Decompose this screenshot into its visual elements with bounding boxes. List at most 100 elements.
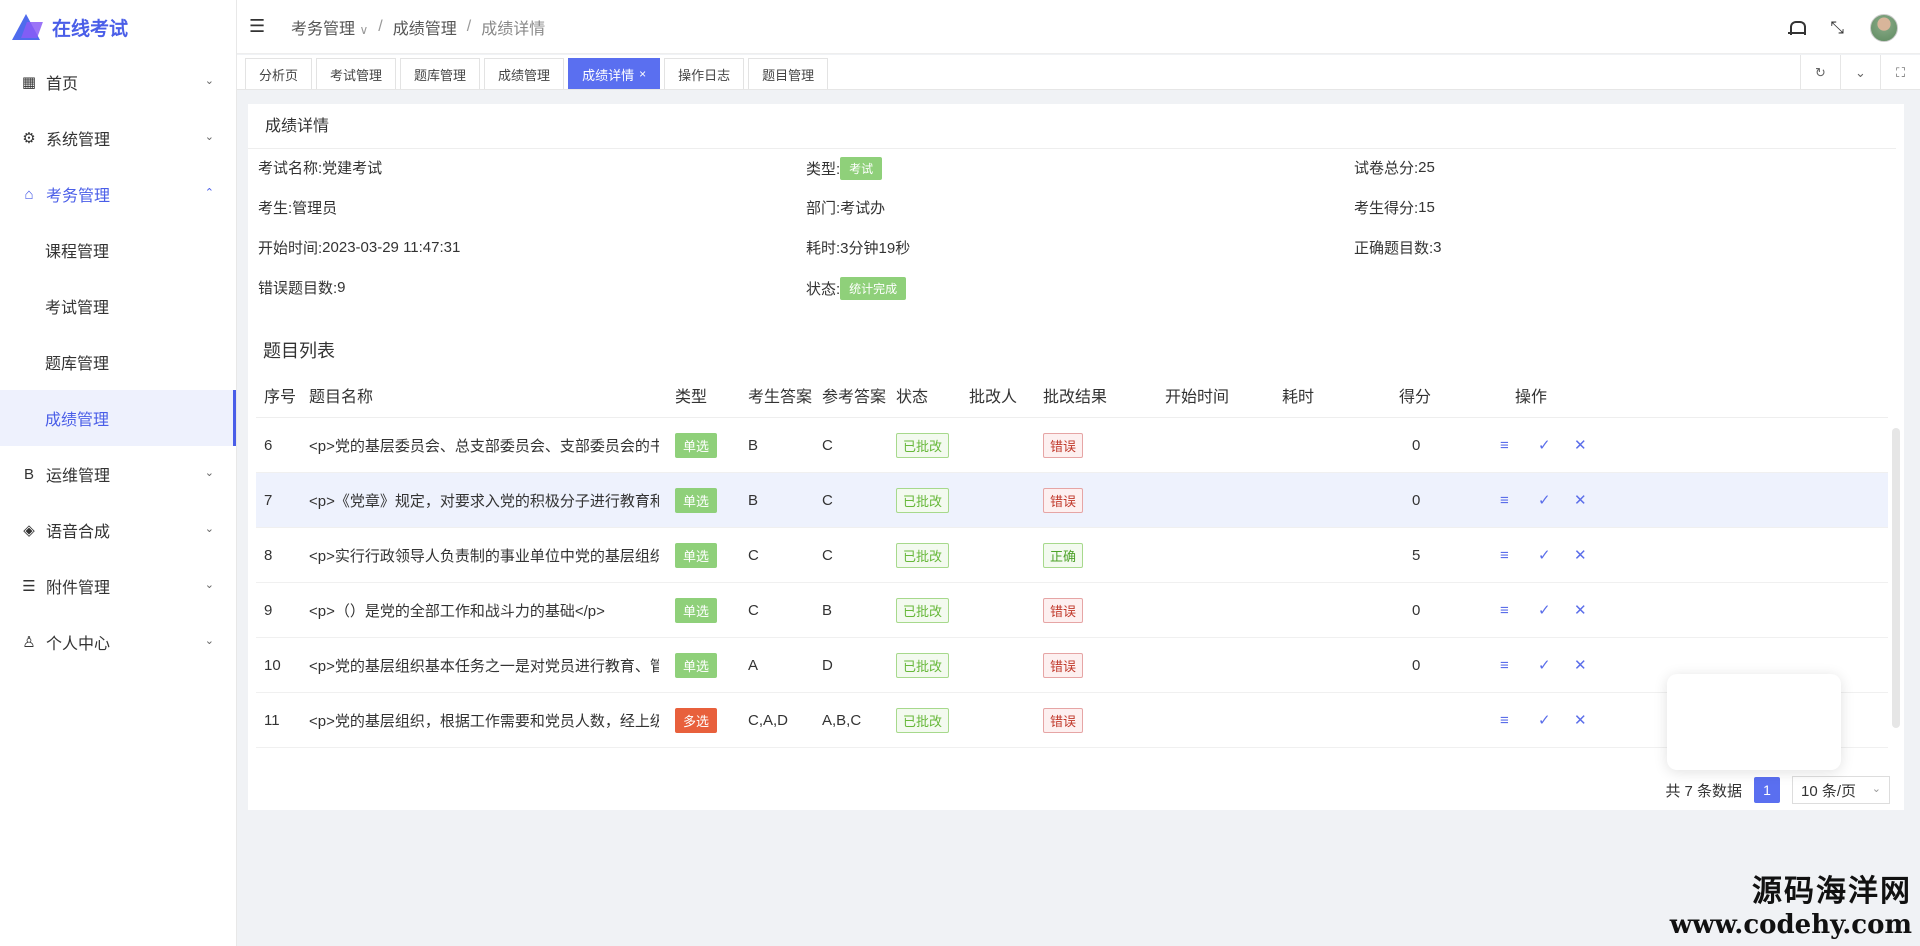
sidebar-item-6[interactable]: ♙ 个人中心 ⌄ bbox=[0, 614, 236, 670]
check-icon[interactable]: ✓ bbox=[1538, 546, 1551, 564]
table-row[interactable]: 9 <p>（）是党的全部工作和战斗力的基础</p> 单选 C B 已批改 错误 0 ≡ ✓ ✕ bbox=[256, 583, 1888, 638]
table-scrollbar[interactable] bbox=[1892, 428, 1900, 728]
close-icon[interactable]: ✕ bbox=[1574, 491, 1587, 509]
refresh-icon[interactable]: ↻ bbox=[1800, 55, 1840, 90]
tab-1[interactable]: 考试管理 bbox=[316, 58, 397, 89]
check-icon[interactable]: ✓ bbox=[1538, 656, 1551, 674]
detail-icon[interactable]: ≡ bbox=[1500, 712, 1509, 729]
tab-label: 考试管理 bbox=[330, 67, 383, 83]
column-header-4: 参考答案 bbox=[822, 388, 887, 406]
question-name: <p>实行行政领导人负责制的事业单位中党的基层组织，发... bbox=[309, 547, 659, 565]
breadcrumb-item-score-mgmt[interactable]: 成绩管理 bbox=[393, 15, 457, 39]
question-table: 序号 题目名称 类型 考生答案 参考答案 状态 批改人 批改结果 开始时间 耗时 得分 操作 6 <p>… bbox=[256, 372, 1888, 748]
score: 0 bbox=[1412, 601, 1421, 619]
check-icon[interactable]: ✓ bbox=[1538, 601, 1551, 619]
tab-4[interactable]: 成绩详情 × bbox=[568, 58, 661, 89]
detail-icon[interactable]: ≡ bbox=[1500, 492, 1509, 509]
gear-icon: ⚙ bbox=[22, 130, 36, 147]
fullscreen-tab-icon[interactable]: ⛶ bbox=[1880, 55, 1920, 90]
sidebar-subitem-3[interactable]: 成绩管理 bbox=[0, 390, 236, 446]
table-row[interactable]: 8 <p>实行行政领导人负责制的事业单位中党的基层组织，发... 单选 C C 已批改 正确… bbox=[256, 528, 1888, 583]
table-row[interactable]: 11 <p>党的基层组织，根据工作需要和党员人数，经上级党组... 多选 C,A,D A… bbox=[256, 693, 1888, 748]
sidebar-subitem-0[interactable]: 课程管理 bbox=[0, 222, 236, 278]
chevron-down-icon[interactable]: ⌄ bbox=[1840, 55, 1880, 90]
sidebar-item-2[interactable]: ⌂ 考务管理 ⌃ bbox=[0, 166, 236, 222]
question-name: <p>党的基层委员会、总支部委员会、支部委员会的书记、... bbox=[309, 437, 659, 455]
sidebar: 在线考试 ▦ 首页 ⌄ ⚙ 系统管理 ⌄ ⌂ 考务管理 ⌃ 课程管理 考试管理 题库管理 成绩管理 B 运维… bbox=[0, 0, 237, 946]
duration-value: 3分钟19秒 bbox=[840, 240, 911, 257]
student-score-value: 15 bbox=[1418, 199, 1435, 216]
column-header-1: 题目名称 bbox=[309, 388, 374, 406]
start-time-field: 开始时间: 2023-03-29 11:47:31 bbox=[258, 239, 461, 257]
sidebar-item-5[interactable]: ☰ 附件管理 ⌄ bbox=[0, 558, 236, 614]
bell-icon[interactable] bbox=[1788, 19, 1807, 37]
table-row[interactable]: 7 <p>《党章》规定，对要求入党的积极分子进行教育和培养... 单选 B C 已批改 错误… bbox=[256, 473, 1888, 528]
close-icon[interactable]: ✕ bbox=[1574, 601, 1587, 619]
sidebar-item-4[interactable]: ◈ 语音合成 ⌄ bbox=[0, 502, 236, 558]
tab-label: 成绩管理 bbox=[498, 67, 551, 83]
tab-6[interactable]: 题目管理 bbox=[748, 58, 829, 89]
chevron-down-icon: ⌄ bbox=[204, 467, 214, 479]
fullscreen-icon[interactable]: ⤡ bbox=[1830, 18, 1844, 38]
file-list-icon: ☰ bbox=[22, 578, 36, 595]
page-size-select[interactable]: 10 条/页 ⌄ bbox=[1792, 776, 1890, 804]
breadcrumb-item-exam-affairs[interactable]: 考务管理 ∨ bbox=[291, 15, 368, 39]
grading-result-badge: 错误 bbox=[1043, 432, 1084, 458]
tab-0[interactable]: 分析页 bbox=[245, 58, 313, 89]
sidebar-subitem-2[interactable]: 题库管理 bbox=[0, 334, 236, 390]
reference-answer: D bbox=[822, 656, 833, 674]
table-body: 6<p>党的基层委员会、总支部委员会、支部委员会的书记、...单选BC已批改错误… bbox=[256, 418, 1888, 748]
tab-3[interactable]: 成绩管理 bbox=[484, 58, 565, 89]
status-badge: 统计完成 bbox=[840, 277, 907, 300]
chevron-up-icon: ⌃ bbox=[204, 187, 214, 199]
check-icon[interactable]: ✓ bbox=[1538, 491, 1551, 509]
close-icon[interactable]: × bbox=[639, 67, 646, 81]
tab-5[interactable]: 操作日志 bbox=[664, 58, 745, 89]
check-icon[interactable]: ✓ bbox=[1538, 436, 1551, 454]
breadcrumb: 考务管理 ∨ / 成绩管理 / 成绩详情 bbox=[291, 15, 545, 39]
close-icon[interactable]: ✕ bbox=[1574, 656, 1587, 674]
detail-icon[interactable]: ≡ bbox=[1500, 657, 1509, 674]
sidebar-item-1[interactable]: ⚙ 系统管理 ⌄ bbox=[0, 110, 236, 166]
question-type-badge: 单选 bbox=[675, 597, 718, 623]
detail-icon[interactable]: ≡ bbox=[1500, 437, 1509, 454]
pagination: 共 7 条数据 1 10 条/页 ⌄ bbox=[1665, 776, 1890, 804]
grid-icon: ▦ bbox=[21, 74, 37, 91]
sidebar-item-label: 首页 bbox=[46, 76, 79, 93]
grading-result-badge: 错误 bbox=[1043, 487, 1084, 513]
sidebar-item-label: 个人中心 bbox=[46, 636, 111, 653]
grading-result-badge: 错误 bbox=[1043, 597, 1084, 623]
page-number-current[interactable]: 1 bbox=[1754, 777, 1780, 803]
student-answer: B bbox=[748, 491, 759, 509]
sidebar-subitem-1[interactable]: 考试管理 bbox=[0, 278, 236, 334]
exam-name-value: 党建考试 bbox=[322, 160, 383, 177]
row-number: 6 bbox=[264, 436, 273, 454]
tab-bar: 分析页 考试管理 题库管理 成绩管理 成绩详情 × 操作日志 题目管理 ↻ ⌄ ⛶ bbox=[237, 55, 1920, 90]
wrong-count-field: 错误题目数: 9 bbox=[258, 279, 346, 297]
avatar[interactable] bbox=[1870, 14, 1898, 42]
table-row[interactable]: 10 <p>党的基层组织基本任务之一是对党员进行教育、管理、... 单选 A D 已批改 错… bbox=[256, 638, 1888, 693]
sidebar-item-0[interactable]: ▦ 首页 ⌄ bbox=[0, 54, 236, 110]
question-type-badge: 单选 bbox=[675, 542, 718, 568]
correct-count-field: 正确题目数: 3 bbox=[1354, 239, 1442, 257]
sidebar-item-label: 语音合成 bbox=[46, 524, 111, 541]
watermark: 源码海洋网 www.codehy.com bbox=[1670, 866, 1912, 940]
close-icon[interactable]: ✕ bbox=[1574, 436, 1587, 454]
check-icon[interactable]: ✓ bbox=[1538, 711, 1551, 729]
question-name: <p>（）是党的全部工作和战斗力的基础</p> bbox=[309, 602, 605, 620]
column-header-0: 序号 bbox=[264, 388, 297, 406]
detail-icon[interactable]: ≡ bbox=[1500, 602, 1509, 619]
sidebar-item-3[interactable]: B 运维管理 ⌄ bbox=[0, 446, 236, 502]
user-icon: ♙ bbox=[22, 634, 36, 651]
tab-2[interactable]: 题库管理 bbox=[400, 58, 481, 89]
close-icon[interactable]: ✕ bbox=[1574, 711, 1587, 729]
logo[interactable]: 在线考试 bbox=[0, 0, 236, 54]
detail-icon[interactable]: ≡ bbox=[1500, 547, 1509, 564]
menu-fold-icon[interactable]: ☰ bbox=[249, 16, 271, 37]
tab-tools: ↻ ⌄ ⛶ bbox=[1800, 55, 1920, 90]
dept-value: 考试办 bbox=[840, 200, 886, 217]
header-actions: ⤡ bbox=[1788, 14, 1898, 42]
close-icon[interactable]: ✕ bbox=[1574, 546, 1587, 564]
table-row[interactable]: 6 <p>党的基层委员会、总支部委员会、支部委员会的书记、... 单选 B C 已批改 错误… bbox=[256, 418, 1888, 473]
row-number: 8 bbox=[264, 546, 273, 564]
